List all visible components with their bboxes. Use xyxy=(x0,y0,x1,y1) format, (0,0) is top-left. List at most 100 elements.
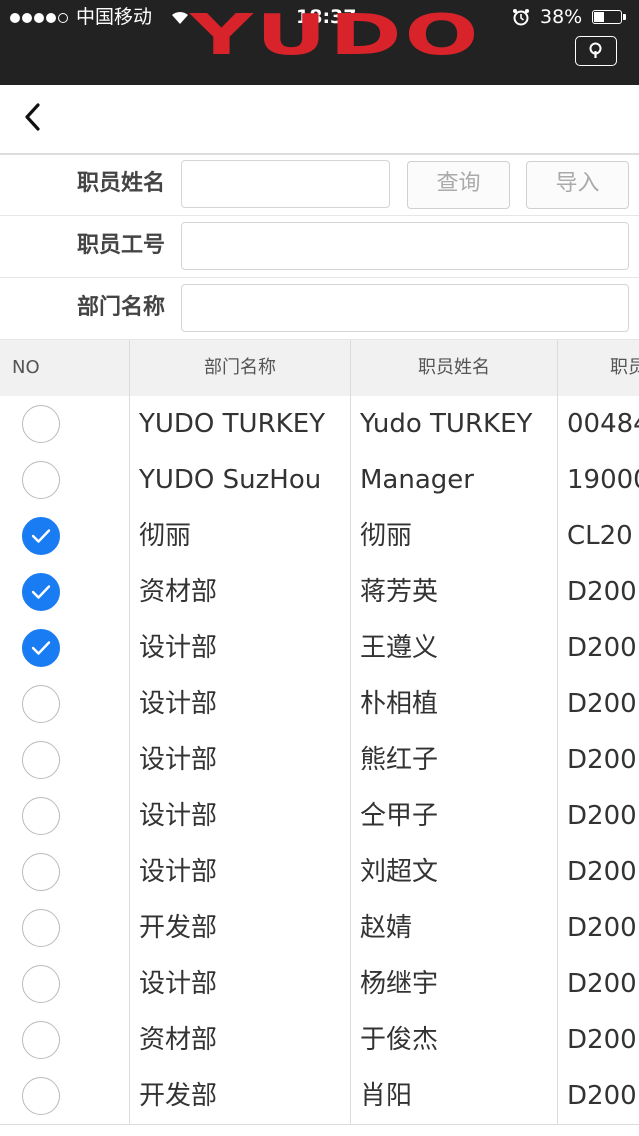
top-bar: 中国移动 18:37 38% YUDO xyxy=(0,0,639,85)
table-row[interactable]: 设计部 王遵义 D200 xyxy=(0,620,639,677)
navigation-bar xyxy=(0,85,639,155)
unchecked-radio-icon[interactable] xyxy=(22,685,60,723)
unchecked-radio-icon[interactable] xyxy=(22,741,60,779)
employee-id-cell: 00484 xyxy=(567,409,639,439)
select-cell xyxy=(0,620,130,676)
select-cell xyxy=(0,1012,130,1068)
employee-name-cell: Yudo TURKEY xyxy=(351,396,558,452)
table-row[interactable]: YUDO SuzHouManager 19000 xyxy=(0,452,639,509)
alarm-icon xyxy=(513,9,529,26)
department-cell: 设计部 xyxy=(130,788,351,844)
department-cell: 资材部 xyxy=(130,564,351,620)
table-row[interactable]: 资材部 于俊杰 D200 xyxy=(0,1012,639,1069)
select-cell xyxy=(0,956,130,1012)
employee-id-cell: D200 xyxy=(567,577,637,607)
table-row[interactable]: 设计部 朴相植 D200 xyxy=(0,676,639,733)
employee-name-cell: 刘超文 xyxy=(351,844,558,900)
department-cell: 开发部 xyxy=(130,1068,351,1124)
table-row[interactable]: 设计部 杨继宇 D200 xyxy=(0,956,639,1013)
department-name-label: 部门名称 xyxy=(76,295,165,320)
department-cell: 设计部 xyxy=(130,620,351,676)
employee-name-cell: Manager xyxy=(351,452,558,508)
checked-radio-icon[interactable] xyxy=(22,629,60,667)
department-cell: YUDO SuzHou xyxy=(130,452,351,508)
employee-id-cell: 19000 xyxy=(567,465,639,495)
employee-name-cell: 赵婧 xyxy=(351,900,558,956)
unchecked-radio-icon[interactable] xyxy=(22,909,60,947)
department-cell: 设计部 xyxy=(130,732,351,788)
table-row[interactable]: 设计部 仝甲子 D200 xyxy=(0,788,639,845)
signal-strength-icon xyxy=(10,8,70,28)
employee-name-cell: 彻丽 xyxy=(351,508,558,564)
department-cell: 设计部 xyxy=(130,844,351,900)
import-button[interactable]: 导入 xyxy=(526,161,629,209)
unchecked-radio-icon[interactable] xyxy=(22,1077,60,1115)
table-row[interactable]: 设计部 熊红子 D200 xyxy=(0,732,639,789)
table-row[interactable]: 开发部 肖阳 D200 xyxy=(0,1068,639,1125)
unchecked-radio-icon[interactable] xyxy=(22,853,60,891)
select-cell xyxy=(0,508,130,564)
unchecked-radio-icon[interactable] xyxy=(22,965,60,1003)
employee-id-cell: D200 xyxy=(567,689,637,719)
select-cell xyxy=(0,1068,130,1124)
unchecked-radio-icon[interactable] xyxy=(22,1021,60,1059)
employee-table[interactable]: NO 部门名称 职员姓名 职员 YUDO TURKEY Yudo TURKEY 00… xyxy=(0,340,639,1136)
employee-name-cell: 于俊杰 xyxy=(351,1012,558,1068)
employee-name-row: 职员姓名 查询 导入 xyxy=(0,155,639,216)
header-no: NO xyxy=(0,340,130,396)
employee-number-input[interactable] xyxy=(181,222,629,270)
employee-name-cell: 仝甲子 xyxy=(351,788,558,844)
department-name-input[interactable] xyxy=(181,284,629,332)
employee-id-cell: D200 xyxy=(567,633,637,663)
employee-name-cell: 王遵义 xyxy=(351,620,558,676)
select-cell xyxy=(0,788,130,844)
wifi-icon xyxy=(172,11,188,24)
unchecked-radio-icon[interactable] xyxy=(22,461,60,499)
department-cell: 彻丽 xyxy=(130,508,351,564)
employee-name-label: 职员姓名 xyxy=(76,171,165,196)
carrier-name: 中国移动 xyxy=(76,6,153,28)
employee-id-cell: CL20 xyxy=(567,521,633,551)
lock-button[interactable] xyxy=(575,36,617,66)
select-cell xyxy=(0,396,130,452)
department-name-row: 部门名称 xyxy=(0,279,639,340)
department-cell: 开发部 xyxy=(130,900,351,956)
employee-number-label: 职员工号 xyxy=(76,233,165,258)
employee-number-row: 职员工号 xyxy=(0,217,639,278)
employee-id-cell: D200 xyxy=(567,969,637,999)
battery-percent: 38% xyxy=(540,6,583,28)
table-row[interactable]: 开发部 赵婧 D200 xyxy=(0,900,639,957)
checked-radio-icon[interactable] xyxy=(22,573,60,611)
select-cell xyxy=(0,676,130,732)
header-department: 部门名称 xyxy=(130,340,351,396)
employee-id-cell: D200 xyxy=(567,857,637,887)
employee-id-cell: D200 xyxy=(567,913,637,943)
employee-id-cell: D200 xyxy=(567,1081,637,1111)
back-arrow-icon[interactable] xyxy=(18,101,50,133)
department-cell: 设计部 xyxy=(130,956,351,1012)
employee-id-cell: D200 xyxy=(567,745,637,775)
select-cell xyxy=(0,900,130,956)
battery-icon xyxy=(592,10,626,24)
table-row[interactable]: 资材部 蒋芳英 D200 xyxy=(0,564,639,621)
employee-name-cell: 朴相植 xyxy=(351,676,558,732)
table-row[interactable]: 设计部 刘超文 D200 xyxy=(0,844,639,901)
employee-name-cell: 蒋芳英 xyxy=(351,564,558,620)
employee-id-cell: D200 xyxy=(567,1025,637,1055)
select-cell xyxy=(0,452,130,508)
query-button[interactable]: 查询 xyxy=(407,161,510,209)
yudo-logo: YUDO xyxy=(190,3,482,68)
department-cell: 设计部 xyxy=(130,676,351,732)
employee-id-cell: D200 xyxy=(567,801,637,831)
employee-name-cell: 杨继宇 xyxy=(351,956,558,1012)
table-row[interactable]: YUDO TURKEYYudo TURKEY 00484 xyxy=(0,396,639,453)
table-row[interactable]: 彻丽 彻丽 CL20 xyxy=(0,508,639,565)
unchecked-radio-icon[interactable] xyxy=(22,405,60,443)
employee-name-cell: 肖阳 xyxy=(351,1068,558,1124)
employee-name-cell: 熊红子 xyxy=(351,732,558,788)
checked-radio-icon[interactable] xyxy=(22,517,60,555)
select-cell xyxy=(0,732,130,788)
unchecked-radio-icon[interactable] xyxy=(22,797,60,835)
header-employee-name: 职员姓名 xyxy=(351,340,558,396)
employee-name-input[interactable] xyxy=(181,160,390,208)
